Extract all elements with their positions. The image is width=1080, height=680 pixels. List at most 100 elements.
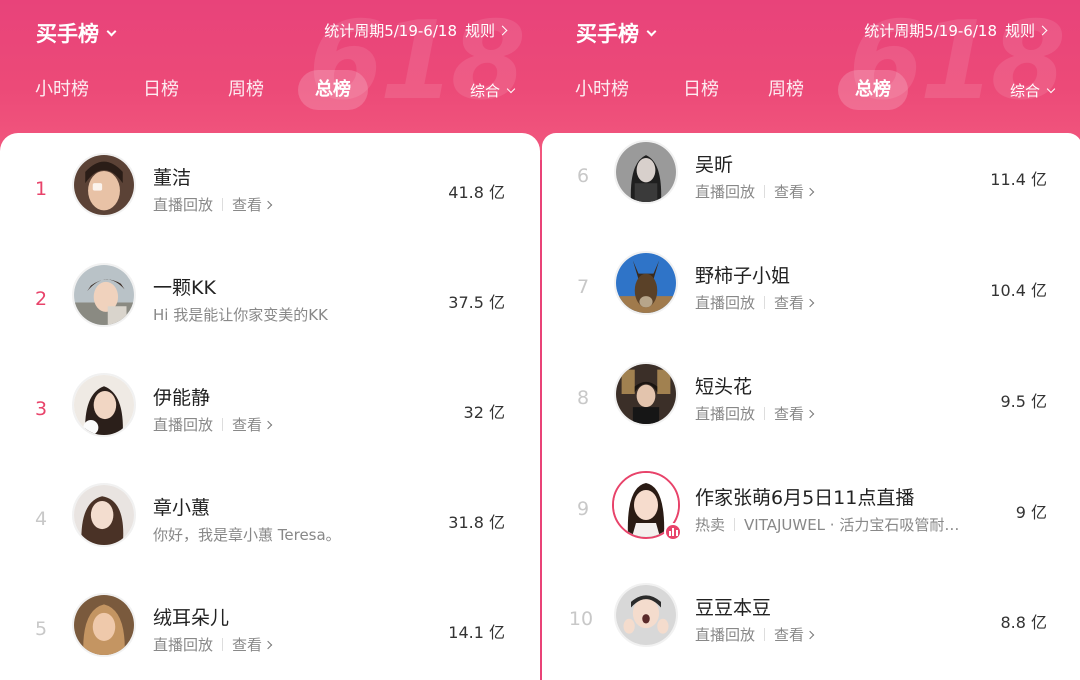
view-link[interactable]: 查看 <box>232 414 262 435</box>
rank-number: 8 <box>576 387 590 409</box>
sales-value: 9.5 亿 <box>1000 392 1047 411</box>
tab-daily[interactable]: 日榜 <box>683 70 719 110</box>
chevron-right-icon <box>1037 25 1048 36</box>
avatar-icon[interactable] <box>614 583 678 647</box>
divider <box>222 418 224 431</box>
rank-number: 2 <box>34 288 48 310</box>
view-link[interactable]: 查看 <box>774 403 804 424</box>
chevron-right-icon <box>805 630 815 639</box>
list-item[interactable]: 1 董洁 直播回放 查看 41.8 亿 <box>0 133 540 243</box>
list-item[interactable]: 6 吴昕 直播回放 查看 11.4 亿 <box>542 120 1080 230</box>
ranking-panel-right: 618 买手榜 统计周期5/19-6/18 规则 小时榜 日榜 周榜 总榜 综合… <box>540 0 1080 680</box>
list-item[interactable]: 10 豆豆本豆 直播回放 查看 8.8 亿 <box>542 563 1080 673</box>
divider <box>222 198 224 211</box>
ranking-list: 1 董洁 直播回放 查看 41.8 亿 2 一颗KK Hi 我是能让你家变美的K… <box>0 133 540 680</box>
avatar-icon[interactable] <box>72 263 136 327</box>
avatar-icon[interactable] <box>72 153 136 217</box>
sales-value: 9 亿 <box>1015 503 1047 522</box>
buyer-tagline: 你好，我是章小蕙 Teresa。 <box>153 526 341 544</box>
replay-link-row[interactable]: 直播回放 查看 <box>153 194 273 215</box>
replay-link-row[interactable]: 直播回放 查看 <box>695 624 815 645</box>
divider <box>764 628 766 641</box>
replay-label: 直播回放 <box>153 416 214 434</box>
list-item[interactable]: 4 章小蕙 你好，我是章小蕙 Teresa。 31.8 亿 <box>0 463 540 573</box>
sales-value: 32 亿 <box>463 403 505 422</box>
view-link[interactable]: 查看 <box>232 634 262 655</box>
avatar-icon[interactable] <box>72 483 136 547</box>
list-item[interactable]: 9 作家张萌6月5日11点直播 热卖 VITAJUWEL · 活力宝石吸管耐… … <box>542 453 1080 563</box>
chevron-right-icon <box>497 25 508 36</box>
board-title: 买手榜 <box>36 22 99 46</box>
replay-link-row[interactable]: 直播回放 查看 <box>695 403 815 424</box>
replay-label: 直播回放 <box>695 405 756 423</box>
period-info[interactable]: 统计周期5/19-6/18 规则 <box>864 20 1048 41</box>
list-item[interactable]: 7 野柿子小姐 直播回放 查看 10.4 亿 <box>542 231 1080 341</box>
sales-value: 37.5 亿 <box>448 293 505 312</box>
sales-value: 14.1 亿 <box>448 623 505 642</box>
hot-label: 热卖 <box>695 516 726 534</box>
list-item[interactable]: 5 绒耳朵儿 直播回放 查看 14.1 亿 <box>0 573 540 680</box>
rules-link[interactable]: 规则 <box>465 20 495 41</box>
list-item[interactable]: 3 伊能静 直播回放 查看 32 亿 <box>0 353 540 463</box>
chevron-down-icon <box>646 26 657 36</box>
period-tabs: 小时榜 日榜 周榜 总榜 <box>0 70 540 110</box>
list-item[interactable]: 2 一颗KK Hi 我是能让你家变美的KK 37.5 亿 <box>0 243 540 353</box>
avatar-icon[interactable] <box>614 140 678 204</box>
view-link[interactable]: 查看 <box>774 292 804 313</box>
period-info[interactable]: 统计周期5/19-6/18 规则 <box>324 20 508 41</box>
board-selector[interactable]: 买手榜 <box>36 18 117 48</box>
view-link[interactable]: 查看 <box>774 181 804 202</box>
replay-link-row[interactable]: 直播回放 查看 <box>695 292 815 313</box>
tab-hourly[interactable]: 小时榜 <box>575 70 629 110</box>
chevron-down-icon <box>1046 84 1056 93</box>
avatar-icon[interactable] <box>72 593 136 657</box>
replay-label: 直播回放 <box>695 626 756 644</box>
buyer-name: 董洁 <box>153 167 192 189</box>
buyer-name: 短头花 <box>695 376 753 398</box>
rules-link[interactable]: 规则 <box>1005 20 1035 41</box>
sales-value: 11.4 亿 <box>990 170 1047 189</box>
replay-link-row[interactable]: 直播回放 查看 <box>695 181 815 202</box>
rank-number: 9 <box>576 498 590 520</box>
ranking-panel-left: 618 买手榜 统计周期5/19-6/18 规则 小时榜 日榜 周榜 总榜 综合… <box>0 0 540 680</box>
tab-overall[interactable]: 总榜 <box>298 70 368 110</box>
avatar-icon[interactable] <box>614 251 678 315</box>
period-text: 统计周期5/19-6/18 <box>864 22 997 40</box>
chevron-right-icon <box>805 409 815 418</box>
rank-number: 6 <box>576 165 590 187</box>
rank-number: 5 <box>34 618 48 640</box>
tab-daily[interactable]: 日榜 <box>143 70 179 110</box>
tab-hourly[interactable]: 小时榜 <box>35 70 89 110</box>
view-link[interactable]: 查看 <box>232 194 262 215</box>
tab-overall[interactable]: 总榜 <box>838 70 908 110</box>
replay-label: 直播回放 <box>153 196 214 214</box>
rank-number: 10 <box>568 608 594 630</box>
replay-link-row[interactable]: 直播回放 查看 <box>153 414 273 435</box>
list-item[interactable]: 8 短头花 直播回放 查看 9.5 亿 <box>542 342 1080 452</box>
rank-number: 4 <box>34 508 48 530</box>
chevron-right-icon <box>263 200 273 209</box>
buyer-name: 伊能静 <box>153 387 211 409</box>
hot-product-row[interactable]: 热卖 VITAJUWEL · 活力宝石吸管耐… <box>695 514 959 535</box>
tab-weekly[interactable]: 周榜 <box>228 70 264 110</box>
replay-link-row[interactable]: 直播回放 查看 <box>153 634 273 655</box>
board-title: 买手榜 <box>576 22 639 46</box>
avatar-icon[interactable] <box>72 373 136 437</box>
sort-dropdown[interactable]: 综合 <box>1009 80 1056 101</box>
replay-label: 直播回放 <box>695 294 756 312</box>
tab-weekly[interactable]: 周榜 <box>768 70 804 110</box>
avatar-icon[interactable] <box>614 362 678 426</box>
board-selector[interactable]: 买手榜 <box>576 18 657 48</box>
sort-label: 综合 <box>1009 82 1040 100</box>
chevron-right-icon <box>805 298 815 307</box>
sort-label: 综合 <box>469 82 500 100</box>
buyer-name: 作家张萌6月5日11点直播 <box>695 487 915 509</box>
sort-dropdown[interactable]: 综合 <box>469 80 516 101</box>
rank-number: 7 <box>576 276 590 298</box>
buyer-name: 豆豆本豆 <box>695 597 772 619</box>
hot-product-name[interactable]: VITAJUWEL · 活力宝石吸管耐… <box>744 514 959 535</box>
period-tabs: 小时榜 日榜 周榜 总榜 <box>540 70 1080 110</box>
view-link[interactable]: 查看 <box>774 624 804 645</box>
sales-value: 31.8 亿 <box>448 513 505 532</box>
buyer-name: 章小蕙 <box>153 497 211 519</box>
